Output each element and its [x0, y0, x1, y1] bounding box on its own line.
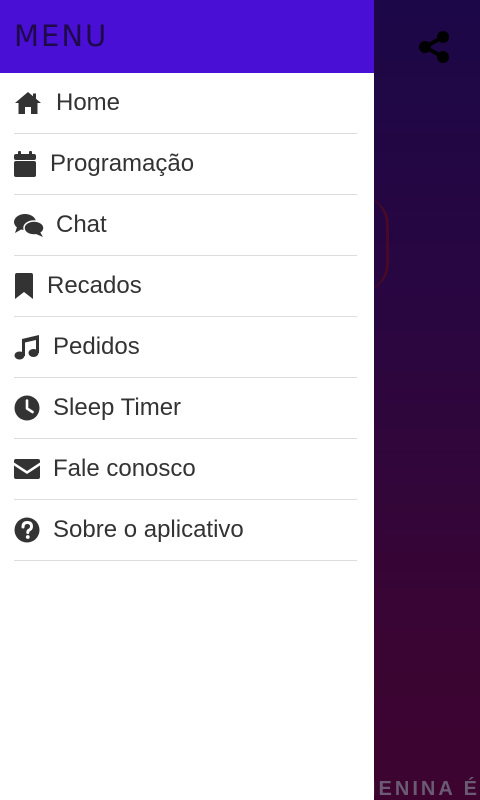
menu-item-chat[interactable]: Chat — [14, 195, 357, 256]
menu-item-recados[interactable]: Recados — [14, 256, 357, 317]
bookmark-icon — [14, 272, 47, 300]
menu-item-sobre[interactable]: Sobre o aplicativo — [14, 500, 357, 561]
menu-item-fale-conosco[interactable]: Fale conosco — [14, 439, 357, 500]
music-note-icon — [14, 333, 53, 361]
calendar-icon — [14, 150, 50, 178]
menu-item-label: Pedidos — [53, 333, 140, 360]
clock-icon — [14, 394, 53, 422]
share-icon[interactable] — [416, 29, 452, 65]
question-circle-icon — [14, 516, 53, 544]
menu-item-label: Home — [56, 89, 121, 116]
drawer-title: MENU — [14, 18, 109, 53]
envelope-icon — [14, 455, 53, 483]
background-footer-text: IENINA É — [370, 778, 480, 800]
menu-item-label: Recados — [47, 272, 142, 299]
home-icon — [14, 89, 56, 117]
navigation-drawer: MENU Home Programação Chat Recados Pedid… — [0, 0, 374, 800]
menu-item-label: Chat — [56, 211, 107, 238]
menu-item-label: Sleep Timer — [53, 394, 182, 421]
menu-item-pedidos[interactable]: Pedidos — [14, 317, 357, 378]
menu-item-sleep-timer[interactable]: Sleep Timer — [14, 378, 357, 439]
app-screen: IENINA É MENU Home Programação Chat Reca… — [0, 0, 480, 800]
menu-item-label: Programação — [50, 150, 195, 177]
menu-list: Home Programação Chat Recados Pedidos Sl… — [0, 73, 374, 561]
drawer-header: MENU — [0, 0, 374, 73]
menu-item-programacao[interactable]: Programação — [14, 134, 357, 195]
menu-item-label: Sobre o aplicativo — [53, 516, 244, 543]
menu-item-label: Fale conosco — [53, 455, 196, 482]
menu-item-home[interactable]: Home — [14, 73, 357, 134]
chat-bubbles-icon — [14, 211, 56, 239]
